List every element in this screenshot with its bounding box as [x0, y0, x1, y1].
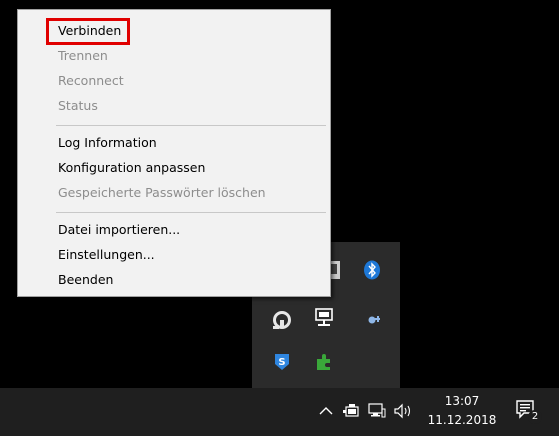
context-menu: Verbinden Trennen Reconnect Status Log I… — [17, 9, 331, 297]
notification-count-badge: 2 — [528, 410, 542, 424]
menu-item-verbinden[interactable]: Verbinden — [58, 21, 121, 41]
clock-time: 13:07 — [444, 394, 480, 408]
magnifier-icon[interactable] — [358, 304, 390, 336]
menu-item-passwoerter-loeschen: Gespeicherte Passwörter löschen — [58, 185, 266, 200]
volume-icon[interactable] — [392, 400, 414, 422]
battery-icon[interactable] — [340, 400, 362, 422]
menu-item-reconnect: Reconnect — [58, 73, 124, 88]
menu-item-datei-importieren[interactable]: Datei importieren... — [58, 220, 180, 240]
chevron-up-icon[interactable] — [315, 400, 337, 422]
menu-item-status: Status — [58, 98, 98, 113]
menu-separator — [56, 212, 326, 213]
bluetooth-icon[interactable] — [356, 254, 388, 286]
svg-text:S: S — [278, 357, 285, 368]
clock-date: 11.12.2018 — [427, 413, 497, 427]
menu-item-log-information[interactable]: Log Information — [58, 133, 157, 153]
desktop: S Verbinden Trennen Reconnect Status Log… — [0, 0, 559, 436]
menu-item-konfiguration-anpassen[interactable]: Konfiguration anpassen — [58, 158, 205, 178]
taskbar-clock[interactable]: 13:07 11.12.2018 — [427, 392, 497, 430]
taskbar: 13:07 11.12.2018 2 — [0, 388, 559, 436]
network-icon[interactable] — [366, 400, 388, 422]
menu-item-beenden[interactable]: Beenden — [58, 270, 113, 290]
menu-separator — [56, 125, 326, 126]
shield-s-icon[interactable]: S — [266, 346, 298, 378]
menu-item-trennen: Trennen — [58, 48, 108, 63]
openvpn-icon[interactable] — [266, 304, 298, 336]
menu-item-einstellungen[interactable]: Einstellungen... — [58, 245, 155, 265]
puzzle-icon[interactable] — [308, 346, 340, 378]
network-monitor-icon[interactable] — [308, 302, 340, 334]
